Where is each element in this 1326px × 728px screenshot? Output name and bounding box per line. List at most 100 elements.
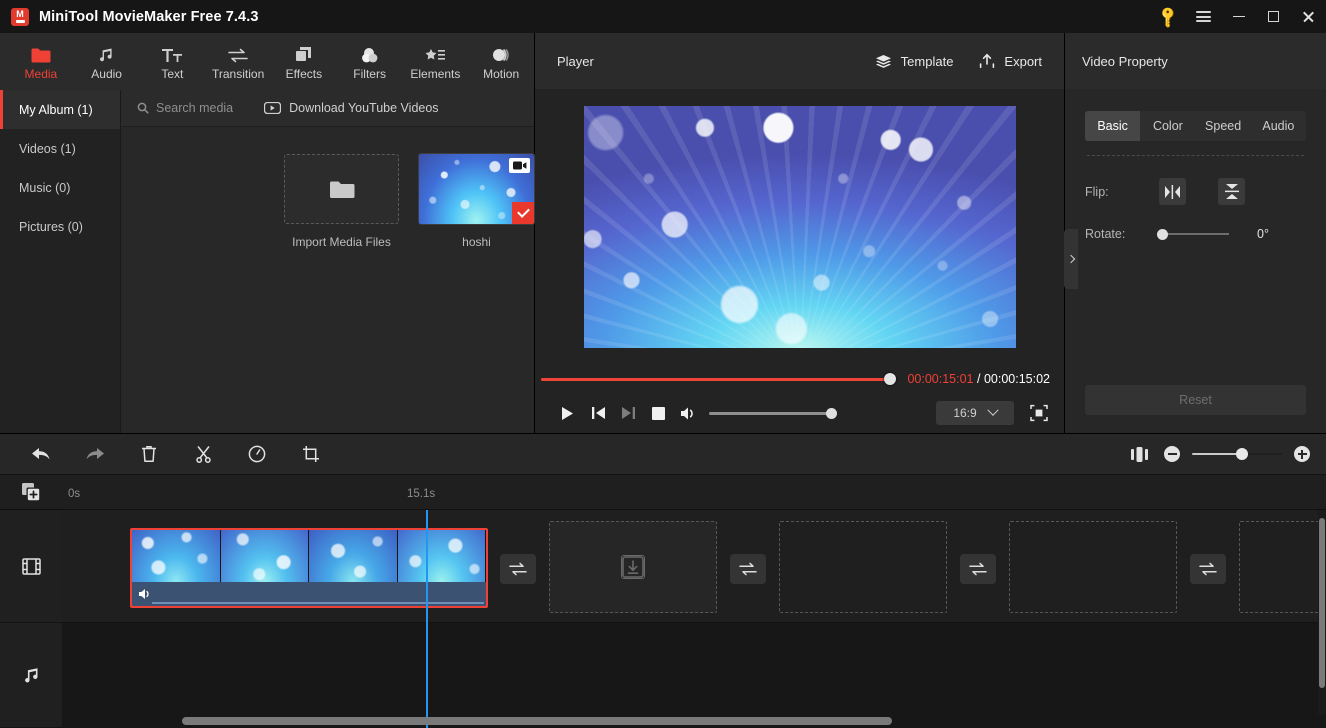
- video-track-header[interactable]: [0, 510, 62, 623]
- ribbon-item-audio[interactable]: Audio: [74, 34, 140, 89]
- ruler-scale[interactable]: 0s 15.1s: [62, 475, 1326, 509]
- flip-vertical-icon[interactable]: [1218, 178, 1245, 205]
- minimize-icon[interactable]: [1221, 0, 1256, 33]
- scrollbar-thumb[interactable]: [182, 717, 892, 725]
- rotate-slider[interactable]: [1157, 227, 1229, 241]
- playback-controls: 16:9: [535, 393, 1064, 433]
- rotate-value: 0°: [1257, 227, 1269, 241]
- aspect-ratio-value: 16:9: [953, 406, 977, 420]
- video-track-lane[interactable]: [62, 510, 1326, 623]
- audio-track-lane[interactable]: [62, 623, 1326, 728]
- timeline-placeholder-2[interactable]: [779, 521, 947, 613]
- timeline-vertical-scrollbar[interactable]: [1318, 510, 1326, 714]
- timeline-placeholder-1[interactable]: [549, 521, 717, 613]
- timeline-horizontal-scrollbar[interactable]: [62, 717, 1316, 725]
- scrollbar-thumb[interactable]: [1319, 518, 1325, 688]
- timeline-placeholder-3[interactable]: [1009, 521, 1177, 613]
- album-label: Videos (1): [19, 141, 76, 156]
- download-youtube-button[interactable]: Download YouTube Videos: [264, 101, 439, 115]
- volume-slider[interactable]: [709, 406, 837, 420]
- time-separator: /: [976, 372, 981, 386]
- album-item-my-album[interactable]: My Album (1): [0, 90, 120, 129]
- split-view-icon[interactable]: [1126, 439, 1152, 469]
- redo-icon[interactable]: [76, 439, 114, 469]
- import-media-button[interactable]: [284, 154, 399, 224]
- close-icon[interactable]: [1291, 0, 1326, 33]
- search-placeholder: Search media: [156, 101, 234, 115]
- crop-icon[interactable]: [292, 439, 330, 469]
- add-media-icon[interactable]: [0, 475, 62, 509]
- play-icon[interactable]: [553, 398, 583, 428]
- tab-audio[interactable]: Audio: [1251, 111, 1306, 141]
- transition-slot-3[interactable]: [960, 554, 996, 584]
- property-title: Video Property: [1082, 53, 1168, 69]
- ribbon-item-text[interactable]: Text: [140, 34, 206, 89]
- tab-label: Color: [1152, 119, 1183, 133]
- total-time: 00:00:15:02: [983, 372, 1050, 386]
- previous-frame-icon[interactable]: [583, 398, 613, 428]
- speed-icon[interactable]: [238, 439, 276, 469]
- ribbon-item-transition[interactable]: Transition: [205, 34, 271, 89]
- audio-track-header[interactable]: [0, 623, 62, 728]
- tab-basic[interactable]: Basic: [1085, 111, 1141, 141]
- hamburger-menu-icon[interactable]: [1186, 0, 1221, 33]
- zoom-slider[interactable]: [1192, 447, 1282, 461]
- video-preview[interactable]: [583, 106, 1016, 348]
- zoom-out-icon[interactable]: [1164, 446, 1180, 462]
- export-button[interactable]: Export: [979, 53, 1042, 69]
- album-item-music[interactable]: Music (0): [0, 168, 120, 207]
- fullscreen-icon[interactable]: [1028, 402, 1050, 424]
- seek-slider[interactable]: [541, 372, 896, 386]
- flip-horizontal-icon[interactable]: [1159, 178, 1186, 205]
- trash-icon[interactable]: [130, 439, 168, 469]
- transition-slot-4[interactable]: [1190, 554, 1226, 584]
- next-frame-icon[interactable]: [613, 398, 643, 428]
- reset-wrap: Reset: [1065, 385, 1326, 433]
- ribbon-item-motion[interactable]: Motion: [468, 34, 534, 89]
- album-item-videos[interactable]: Videos (1): [0, 129, 120, 168]
- timeline-clip-hoshi[interactable]: [130, 528, 488, 608]
- ribbon-label: Elements: [410, 67, 461, 81]
- zoom-fill: [1192, 452, 1242, 456]
- import-cell: Import Media Files: [284, 154, 399, 249]
- tab-color[interactable]: Color: [1140, 111, 1195, 141]
- ribbon-item-effects[interactable]: Effects: [271, 34, 337, 89]
- album-item-pictures[interactable]: Pictures (0): [0, 207, 120, 246]
- seek-knob[interactable]: [883, 373, 896, 385]
- chevron-down-icon: [987, 404, 999, 416]
- player-actions: Template Export: [875, 53, 1042, 69]
- search-input[interactable]: Search media: [137, 101, 233, 115]
- album-label: Music (0): [19, 180, 71, 195]
- volume-track: [709, 411, 837, 415]
- maximize-icon[interactable]: [1256, 0, 1291, 33]
- tab-speed[interactable]: Speed: [1196, 111, 1251, 141]
- media-grid: Import Media Files hoshi: [121, 127, 535, 433]
- zoom-in-icon[interactable]: [1294, 446, 1310, 462]
- collapse-panel-handle[interactable]: [1064, 229, 1078, 289]
- clip-volume-icon[interactable]: [138, 588, 152, 600]
- ribbon-item-elements[interactable]: Elements: [403, 34, 469, 89]
- transition-slot-1[interactable]: [500, 554, 536, 584]
- aspect-ratio-select[interactable]: 16:9: [936, 401, 1014, 425]
- playhead[interactable]: [420, 510, 434, 728]
- undo-icon[interactable]: [22, 439, 60, 469]
- ribbon-item-filters[interactable]: Filters: [337, 34, 403, 89]
- scissors-icon[interactable]: [184, 439, 222, 469]
- seek-fill: [541, 377, 890, 381]
- key-icon[interactable]: 🔑: [1151, 0, 1186, 33]
- zoom-knob[interactable]: [1235, 448, 1248, 460]
- template-button[interactable]: Template: [875, 54, 953, 69]
- volume-knob[interactable]: [826, 407, 837, 419]
- media-toolbar: Search media Download YouTube Videos: [121, 90, 534, 127]
- transition-slot-2[interactable]: [730, 554, 766, 584]
- app-window: M MiniTool MovieMaker Free 7.4.3 🔑 Media: [0, 0, 1326, 728]
- logo-letter: M: [16, 9, 24, 19]
- divider: [1087, 155, 1304, 156]
- timeline-placeholder-4[interactable]: [1239, 521, 1326, 613]
- rotate-knob[interactable]: [1157, 228, 1168, 240]
- media-thumbnail-hoshi[interactable]: [418, 153, 535, 225]
- stop-icon[interactable]: [643, 398, 673, 428]
- reset-button[interactable]: Reset: [1085, 385, 1306, 415]
- ribbon-item-media[interactable]: Media: [8, 34, 74, 89]
- volume-icon[interactable]: [673, 398, 703, 428]
